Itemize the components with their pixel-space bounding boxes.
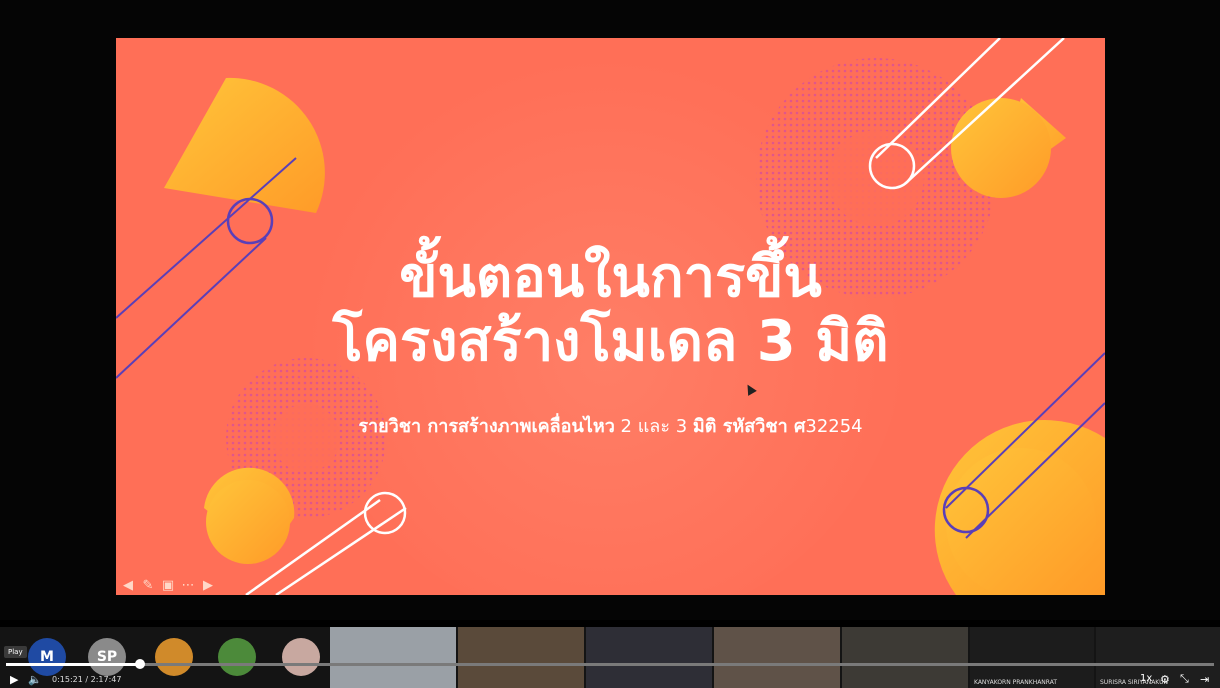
presentation-slide: ขั้นตอนในการขึ้น โครงสร้างโมเดล 3 มิติ ร… — [116, 38, 1105, 595]
seek-progress — [6, 663, 141, 666]
playback-speed[interactable]: 1x — [1140, 673, 1152, 684]
pencil-icon[interactable]: ✎ — [140, 577, 156, 593]
subtitle-code-label: มิติ รหัสวิชา ศ — [692, 416, 806, 437]
arrow-left-icon[interactable]: ◀ — [120, 577, 136, 593]
slide-subtitle: รายวิชา การสร้างภาพเคลื่อนไหว 2 และ 3 มิ… — [116, 411, 1105, 440]
slide-title-line-1: ขั้นตอนในการขึ้น — [399, 245, 822, 310]
exit-icon[interactable]: ⇥ — [1200, 673, 1209, 686]
volume-icon[interactable]: 🔈 — [28, 673, 42, 686]
play-icon[interactable]: ▶ — [10, 673, 18, 686]
time-display: 0:15:21 / 2:17:47 — [52, 675, 122, 684]
subtitle-dimensions: 2 และ 3 — [614, 416, 693, 437]
ellipsis-icon[interactable]: ⋯ — [180, 577, 196, 593]
play-tooltip: Play — [4, 646, 27, 658]
subtitle-course-code: 32254 — [805, 416, 863, 437]
player-controls: Play ▶ 🔈 0:15:21 / 2:17:47 1x ⚙ ⤡ ⇥ — [0, 646, 1220, 688]
subtitle-course-label: รายวิชา การสร้างภาพเคลื่อนไหว — [358, 416, 615, 437]
arrow-right-icon[interactable]: ▶ — [200, 577, 216, 593]
seek-bar[interactable] — [6, 659, 1214, 669]
presentation-stage: ขั้นตอนในการขึ้น โครงสร้างโมเดล 3 มิติ ร… — [0, 0, 1220, 620]
slide-toolbar: ◀ ✎ ▣ ⋯ ▶ — [120, 577, 216, 593]
slide-title-line-2: โครงสร้างโมเดล 3 มิติ — [332, 309, 889, 374]
gear-icon[interactable]: ⚙ — [1160, 673, 1170, 686]
slide-title: ขั้นตอนในการขึ้น โครงสร้างโมเดล 3 มิติ — [116, 246, 1105, 374]
slide-grid-icon[interactable]: ▣ — [160, 577, 176, 593]
seek-handle[interactable] — [135, 659, 146, 669]
minimize-icon[interactable]: ⤡ — [1180, 673, 1189, 686]
